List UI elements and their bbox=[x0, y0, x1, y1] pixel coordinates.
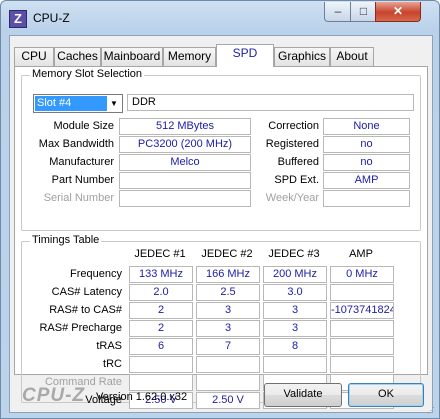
timing-cell: 3 bbox=[196, 320, 260, 337]
resize-grip-icon[interactable]: ⋰ bbox=[427, 406, 437, 416]
cpu-z-window: Z CPU-Z – □ ✕ CPU Caches Mainboard Memor… bbox=[0, 0, 440, 419]
timing-cell: 0 MHz bbox=[330, 266, 394, 283]
part-number-label: Part Number bbox=[51, 174, 114, 186]
slot-select-value: Slot #4 bbox=[35, 96, 107, 111]
timings-table-group: Timings Table JEDEC #1 JEDEC #2 JEDEC #3 AM… bbox=[21, 234, 421, 409]
timing-cell: 3 bbox=[263, 302, 327, 319]
timing-cell bbox=[263, 356, 327, 373]
window-title: CPU-Z bbox=[33, 11, 70, 25]
timing-cell: 3 bbox=[196, 302, 260, 319]
buffered-value: no bbox=[323, 154, 410, 171]
max-bandwidth-label: Max Bandwidth bbox=[38, 138, 114, 150]
timing-cell: 2.5 bbox=[196, 284, 260, 301]
tab-graphics[interactable]: Graphics bbox=[274, 47, 330, 66]
tab-about[interactable]: About bbox=[330, 47, 374, 66]
timings-column-header: JEDEC #2 bbox=[201, 248, 253, 260]
spd-ext-label: SPD Ext. bbox=[274, 174, 319, 186]
spd-ext-value: AMP bbox=[323, 172, 410, 189]
timing-cell bbox=[330, 320, 394, 337]
manufacturer-value: Melco bbox=[119, 154, 251, 171]
week-year-label: Week/Year bbox=[265, 192, 319, 204]
max-bandwidth-value: PC3200 (200 MHz) bbox=[119, 136, 251, 153]
title-bar[interactable]: Z CPU-Z – □ ✕ bbox=[1, 1, 439, 35]
tab-caches[interactable]: Caches bbox=[54, 47, 101, 66]
buffered-label: Buffered bbox=[277, 156, 319, 168]
timings-column-header: JEDEC #3 bbox=[268, 248, 320, 260]
tab-memory[interactable]: Memory bbox=[163, 47, 216, 66]
manufacturer-label: Manufacturer bbox=[49, 156, 114, 168]
maximize-button[interactable]: □ bbox=[350, 2, 377, 22]
memory-slot-selection-group: Memory Slot Selection Slot #4 ▼ DDR Modu… bbox=[21, 68, 421, 231]
timing-cell: 2.50 V bbox=[196, 392, 260, 409]
minimize-button[interactable]: – bbox=[324, 2, 352, 22]
close-button[interactable]: ✕ bbox=[375, 2, 421, 22]
timing-row-label: Frequency bbox=[70, 268, 122, 280]
part-number-value bbox=[119, 172, 251, 189]
timing-row-label: tRC bbox=[103, 358, 122, 370]
memory-type-field: DDR bbox=[127, 94, 414, 111]
timings-column-header: JEDEC #1 bbox=[134, 248, 186, 260]
timing-cell bbox=[330, 356, 394, 373]
timing-cell bbox=[196, 374, 260, 391]
serial-number-value bbox=[119, 190, 251, 207]
timing-cell: 7 bbox=[196, 338, 260, 355]
tab-cpu[interactable]: CPU bbox=[14, 47, 54, 66]
validate-button[interactable]: Validate bbox=[264, 383, 342, 407]
slot-select[interactable]: Slot #4 ▼ bbox=[33, 94, 123, 113]
timing-cell: 133 MHz bbox=[129, 266, 193, 283]
registered-value: no bbox=[323, 136, 410, 153]
timing-cell: 2 bbox=[129, 302, 193, 319]
correction-label: Correction bbox=[268, 120, 319, 132]
tab-mainboard[interactable]: Mainboard bbox=[101, 47, 163, 66]
timings-column-header: AMP bbox=[349, 248, 373, 260]
version-label: Version 1.62.0.x32 bbox=[96, 391, 188, 403]
timing-cell bbox=[330, 284, 394, 301]
timing-cell: -1073741824 bbox=[330, 302, 394, 319]
timing-row-label: tRAS bbox=[96, 340, 122, 352]
group-legend: Memory Slot Selection bbox=[30, 68, 145, 80]
registered-label: Registered bbox=[265, 138, 319, 150]
timing-cell bbox=[330, 338, 394, 355]
window-body: CPU Caches Mainboard Memory SPD Graphics… bbox=[9, 35, 433, 413]
module-size-label: Module Size bbox=[53, 120, 114, 132]
timing-cell bbox=[129, 374, 193, 391]
timing-cell bbox=[196, 356, 260, 373]
timing-cell: 6 bbox=[129, 338, 193, 355]
timing-cell: 166 MHz bbox=[196, 266, 260, 283]
timing-cell: 3 bbox=[263, 320, 327, 337]
serial-number-label: Serial Number bbox=[43, 192, 114, 204]
chevron-down-icon[interactable]: ▼ bbox=[107, 96, 121, 111]
module-size-value: 512 MBytes bbox=[119, 118, 251, 135]
timing-cell: 200 MHz bbox=[263, 266, 327, 283]
timing-cell: 8 bbox=[263, 338, 327, 355]
week-year-value bbox=[323, 190, 410, 207]
correction-value: None bbox=[323, 118, 410, 135]
spd-tab-panel: Memory Slot Selection Slot #4 ▼ DDR Modu… bbox=[14, 66, 428, 409]
timing-row-label: CAS# Latency bbox=[51, 286, 122, 298]
timing-row-label: RAS# to CAS# bbox=[49, 304, 122, 316]
tab-spd[interactable]: SPD bbox=[216, 44, 274, 67]
timing-row-label: RAS# Precharge bbox=[39, 322, 122, 334]
timing-cell: 2.0 bbox=[129, 284, 193, 301]
cpu-z-brand-logo: CPU-Z bbox=[22, 385, 86, 406]
timing-cell: 3.0 bbox=[263, 284, 327, 301]
group-legend: Timings Table bbox=[30, 234, 102, 246]
timing-cell bbox=[129, 356, 193, 373]
ok-button[interactable]: OK bbox=[348, 383, 424, 407]
timing-cell: 2 bbox=[129, 320, 193, 337]
cpu-z-app-icon[interactable]: Z bbox=[9, 10, 27, 28]
